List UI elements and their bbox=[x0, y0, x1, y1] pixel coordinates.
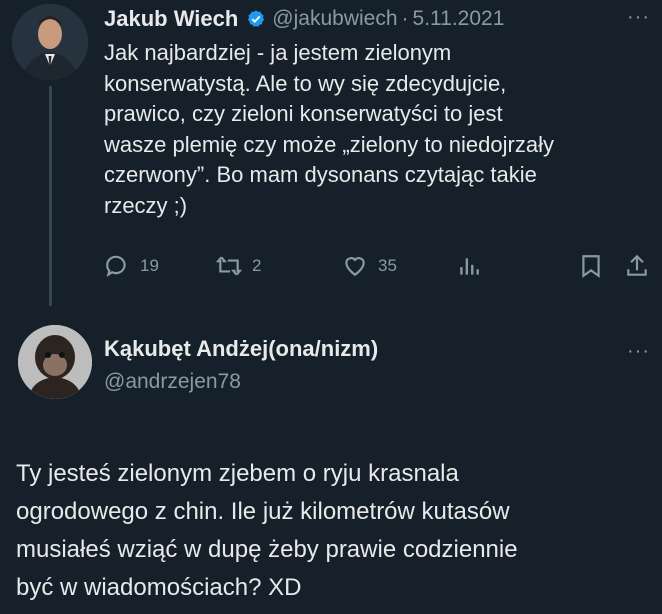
tweet-original[interactable]: Jakub Wiech @jakubwiech · 5.11.2021 ··· … bbox=[0, 0, 662, 306]
more-icon[interactable]: ··· bbox=[627, 340, 650, 363]
bookmark-button[interactable] bbox=[578, 253, 614, 279]
tweet-text: Jak najbardziej - ja jestem zielonym kon… bbox=[104, 40, 554, 218]
avatar-jakub-wiech[interactable] bbox=[12, 4, 88, 80]
like-count: 35 bbox=[378, 256, 397, 275]
avatar-andrzejen78[interactable] bbox=[18, 325, 92, 399]
reply-count: 19 bbox=[140, 256, 159, 275]
retweet-icon bbox=[216, 256, 242, 276]
bookmark-icon bbox=[582, 255, 600, 278]
share-button[interactable] bbox=[624, 253, 660, 279]
retweet-button[interactable]: 2 bbox=[216, 253, 261, 279]
tweet-date[interactable]: 5.11.2021 bbox=[413, 7, 505, 31]
reply-author-name[interactable]: Kąkubęt Andżej(ona/nizm) bbox=[104, 336, 378, 362]
views-button[interactable] bbox=[456, 253, 492, 279]
reply-text: Ty jesteś zielonym zjebem o ryju krasnal… bbox=[16, 460, 518, 601]
reply-icon bbox=[106, 255, 126, 278]
tweet-actions: 19 2 35 bbox=[104, 253, 649, 283]
reply-button[interactable]: 19 bbox=[104, 253, 159, 279]
more-icon[interactable]: ··· bbox=[627, 6, 650, 29]
like-button[interactable]: 35 bbox=[342, 253, 397, 279]
views-icon bbox=[460, 258, 479, 275]
separator-dot: · bbox=[401, 7, 409, 30]
share-icon bbox=[627, 254, 647, 276]
tweet-header: Jakub Wiech @jakubwiech · 5.11.2021 bbox=[104, 4, 504, 34]
author-name[interactable]: Jakub Wiech bbox=[104, 6, 238, 32]
reply-author-handle[interactable]: @andrzejen78 bbox=[104, 370, 241, 394]
like-icon bbox=[345, 257, 365, 276]
retweet-count: 2 bbox=[252, 256, 262, 275]
verified-badge-icon bbox=[248, 10, 265, 27]
author-handle[interactable]: @jakubwiech bbox=[272, 7, 397, 31]
thread-line bbox=[49, 86, 52, 306]
